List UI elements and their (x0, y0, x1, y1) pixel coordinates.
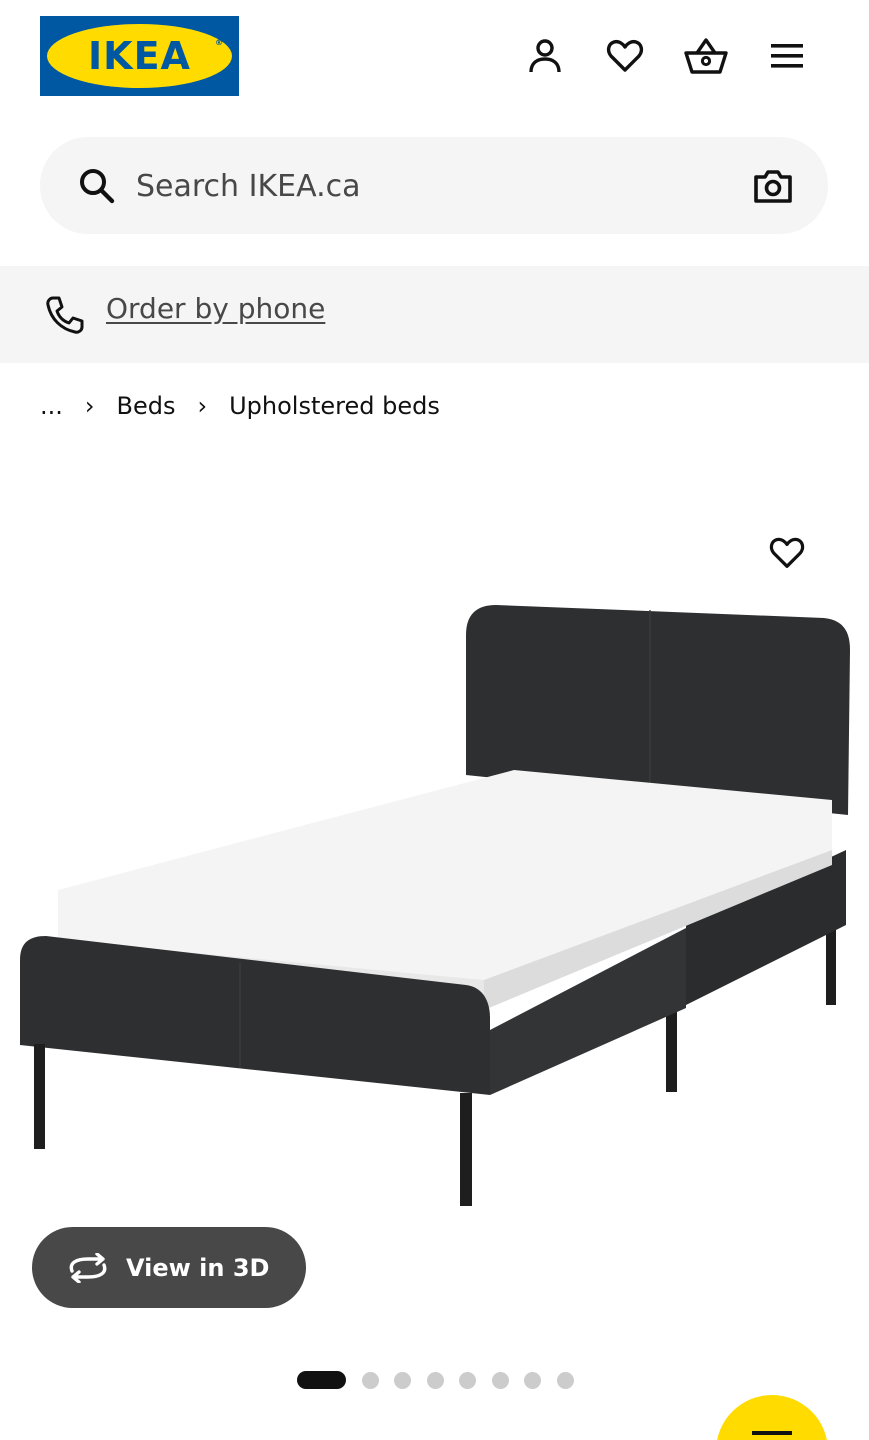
heart-icon (606, 39, 644, 72)
carousel-dot[interactable] (491, 1371, 509, 1389)
breadcrumb-item-beds[interactable]: Beds (117, 392, 176, 420)
search-bar[interactable] (40, 137, 828, 234)
favorites-button[interactable] (601, 32, 649, 80)
carousel-dot[interactable] (394, 1371, 411, 1389)
rotate-3d-icon (69, 1252, 107, 1283)
carousel-dot[interactable] (556, 1371, 574, 1389)
logo-text: IKEA (88, 34, 191, 78)
carousel-dot[interactable] (426, 1371, 444, 1389)
view-in-3d-label: View in 3D (126, 1253, 270, 1282)
breadcrumb-item-upholstered-beds[interactable]: Upholstered beds (229, 392, 440, 420)
carousel-dot[interactable] (524, 1371, 541, 1389)
camera-icon[interactable] (752, 165, 794, 207)
order-by-phone-link[interactable]: Order by phone (106, 292, 325, 325)
chat-button[interactable] (716, 1395, 828, 1440)
add-to-favorites-button[interactable] (762, 528, 812, 578)
carousel-dot[interactable] (459, 1371, 476, 1389)
carousel-dots (297, 1371, 589, 1389)
account-button[interactable] (521, 32, 569, 80)
shopping-basket-icon (684, 38, 728, 74)
logo-registered-mark: ® (215, 38, 223, 47)
breadcrumb-separator: › (197, 392, 208, 420)
breadcrumb-separator: › (84, 392, 95, 420)
breadcrumb-ellipsis[interactable]: ... (40, 392, 63, 420)
carousel-dot[interactable] (361, 1371, 379, 1389)
chat-icon (752, 1431, 792, 1440)
site-header: IKEA ® (0, 0, 869, 120)
ikea-logo[interactable]: IKEA ® (40, 16, 239, 96)
carousel-dot-active[interactable] (297, 1371, 346, 1389)
product-image-upholstered-bed[interactable] (14, 470, 869, 1220)
search-input[interactable] (136, 157, 726, 215)
menu-button[interactable] (763, 32, 811, 80)
phone-icon (46, 296, 84, 334)
search-icon (80, 169, 115, 204)
user-icon (529, 39, 561, 73)
menu-icon (771, 44, 803, 68)
heart-icon (769, 537, 805, 568)
breadcrumb: ... › Beds › Upholstered beds (40, 386, 440, 426)
basket-button[interactable] (682, 32, 730, 80)
view-in-3d-button[interactable]: View in 3D (32, 1227, 306, 1308)
order-by-phone-banner: Order by phone (0, 266, 869, 363)
